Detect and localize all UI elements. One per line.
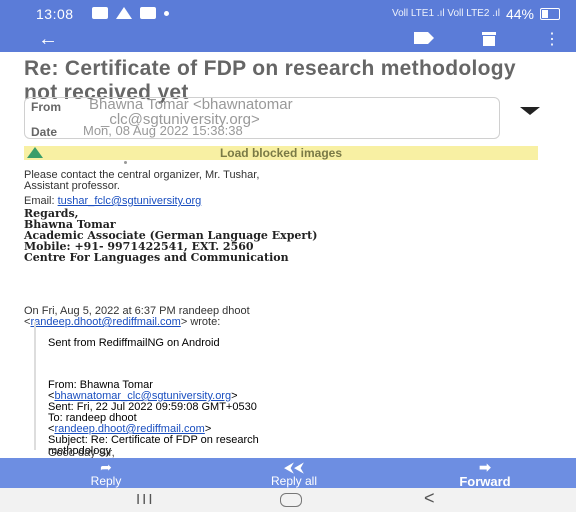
email-line: Email: tushar_fclc@sgtuniversity.org bbox=[24, 196, 201, 207]
email-header-card[interactable]: From Bhawna Tomar <bhawnatomar _clc@sgtu… bbox=[24, 97, 500, 139]
system-navigation-bar: III < bbox=[0, 488, 576, 512]
archive-icon[interactable] bbox=[482, 32, 496, 46]
quoted-message: Sent from RediffmailNG on Android From: … bbox=[34, 322, 446, 457]
signal-indicator: Voll LTE1 .ıl Voll LTE2 .ıl bbox=[391, 8, 500, 19]
forward-button[interactable]: ➡ Forward bbox=[440, 458, 530, 489]
dot-icon bbox=[164, 11, 169, 16]
body-line: Assistant professor. bbox=[24, 180, 120, 192]
home-button[interactable] bbox=[280, 493, 302, 507]
email-actions-bar: ➦ Reply ⮜⮜ Reply all ➡ Forward bbox=[0, 458, 576, 489]
divider-dot bbox=[124, 161, 127, 164]
reply-label: Reply bbox=[90, 474, 122, 488]
reply-all-label: Reply all bbox=[270, 474, 318, 488]
alert-icon bbox=[116, 7, 132, 19]
expand-header-icon[interactable] bbox=[520, 107, 540, 115]
forward-icon: ➡ bbox=[479, 459, 491, 475]
from-label: From bbox=[31, 100, 61, 114]
media-icon bbox=[140, 7, 156, 19]
reply-button[interactable]: ➦ Reply bbox=[66, 458, 146, 488]
load-blocked-images-label: Load blocked images bbox=[219, 146, 343, 160]
notification-icons bbox=[92, 7, 169, 19]
system-status: Voll LTE1 .ıl Voll LTE2 .ıl 44% bbox=[392, 6, 560, 22]
forward-label: Forward bbox=[459, 474, 511, 489]
email-link[interactable]: tushar_fclc@sgtuniversity.org bbox=[58, 195, 202, 207]
app-toolbar: ← ⋮ bbox=[0, 28, 576, 52]
signature-centre: Centre For Languages and Communication bbox=[24, 251, 289, 264]
load-blocked-images-bar[interactable]: Load blocked images bbox=[24, 146, 538, 160]
label-icon[interactable] bbox=[414, 32, 434, 44]
status-time: 13:08 bbox=[36, 6, 74, 22]
reply-all-button[interactable]: ⮜⮜ Reply all bbox=[254, 458, 334, 488]
reply-all-icon: ⮜⮜ bbox=[284, 459, 304, 475]
battery-icon bbox=[540, 8, 560, 20]
recent-apps-button[interactable]: III bbox=[136, 491, 155, 508]
email-label: Email: bbox=[24, 195, 55, 207]
reply-icon: ➦ bbox=[100, 459, 112, 475]
message-icon bbox=[92, 7, 108, 19]
date-label: Date bbox=[31, 125, 58, 139]
more-options-icon[interactable]: ⋮ bbox=[544, 29, 560, 49]
status-bar: 13:08 Voll LTE1 .ıl Voll LTE2 .ıl 44% bbox=[0, 0, 576, 30]
from-value-line1: Bhawna Tomar <bhawnatomar bbox=[89, 96, 293, 113]
sent-from: Sent from RediffmailNG on Android bbox=[48, 337, 220, 349]
back-arrow-icon[interactable]: ← bbox=[38, 28, 58, 51]
back-button[interactable]: < bbox=[424, 488, 435, 509]
battery-percentage: 44% bbox=[505, 6, 534, 22]
date-value: Mon, 08 Aug 2022 15:38:38 bbox=[83, 123, 243, 138]
